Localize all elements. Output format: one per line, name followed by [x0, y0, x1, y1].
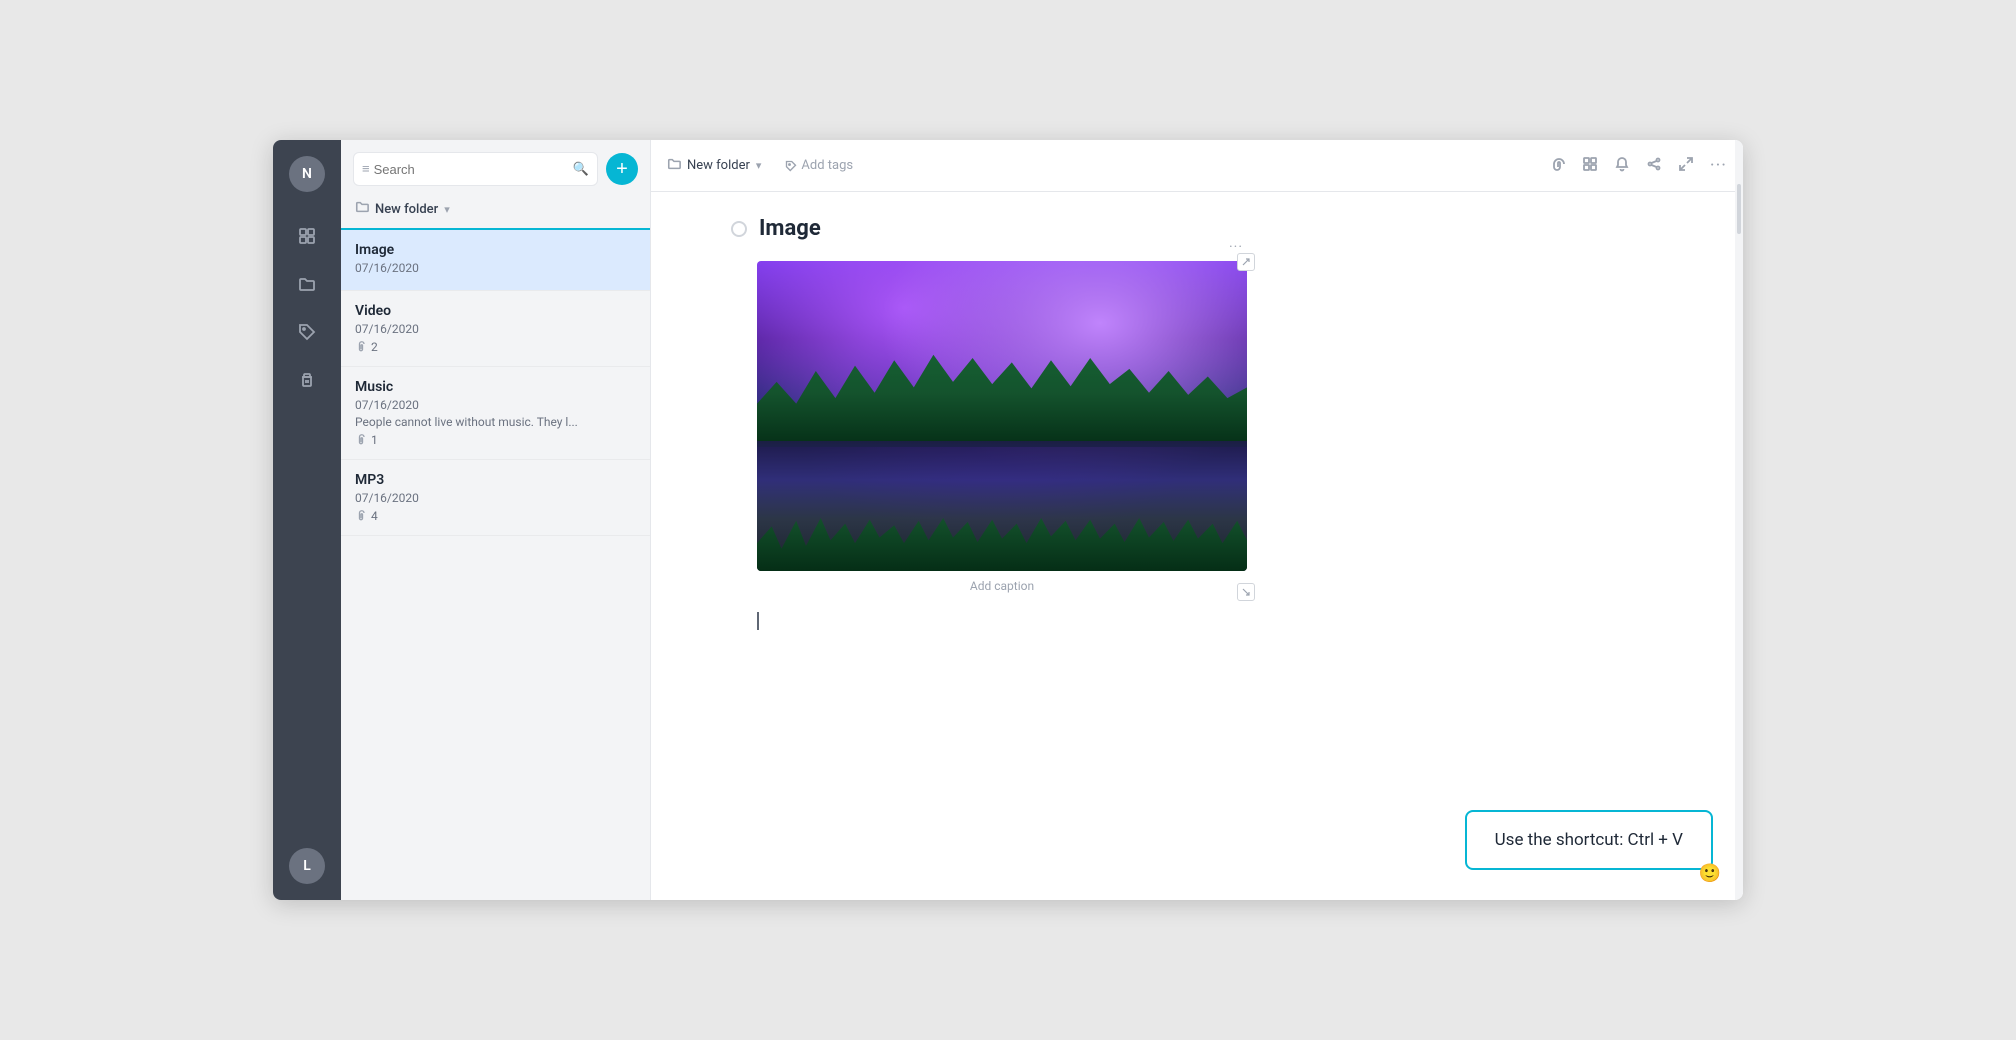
folder-header: New folder ▾ — [341, 194, 650, 228]
breadcrumb-folder-name: New folder — [687, 158, 750, 173]
attachment-count: 4 — [371, 509, 378, 523]
notes-panel: ≡ 🔍 + New folder ▾ Image 07/16/2020 — [341, 140, 651, 900]
folder-header-icon — [355, 200, 369, 218]
main-toolbar: New folder ▾ Add tags — [651, 140, 1743, 192]
user-avatar-top[interactable]: N — [289, 156, 325, 192]
note-item-video[interactable]: Video 07/16/2020 2 — [341, 291, 650, 367]
note-title: MP3 — [355, 472, 636, 488]
note-item-image[interactable]: Image 07/16/2020 — [341, 230, 650, 291]
more-options-icon[interactable]: ··· — [1710, 155, 1727, 176]
breadcrumb: New folder ▾ — [667, 157, 761, 175]
note-image-visual — [757, 261, 1247, 571]
note-main-title: Image — [759, 216, 821, 241]
image-caption[interactable]: Add caption — [757, 579, 1247, 593]
breadcrumb-folder-icon — [667, 157, 681, 175]
resize-handle-top-right[interactable] — [1237, 253, 1255, 271]
scrollbar[interactable] — [1735, 140, 1743, 900]
resize-handle-bottom-right[interactable] — [1237, 583, 1255, 601]
note-preview: People cannot live without music. They l… — [355, 415, 636, 429]
note-attachments: 4 — [355, 509, 636, 523]
note-title: Image — [355, 242, 636, 258]
tag-area[interactable]: Add tags — [785, 158, 853, 173]
shortcut-text: Use the shortcut: Ctrl + V — [1495, 830, 1683, 850]
attachment-count: 1 — [371, 433, 378, 447]
filter-icon[interactable]: ≡ — [362, 161, 370, 177]
note-status-circle[interactable] — [731, 221, 747, 237]
search-box: ≡ 🔍 — [353, 152, 598, 186]
main-area: New folder ▾ Add tags — [651, 140, 1743, 900]
text-cursor — [757, 612, 759, 630]
attachment-icon[interactable] — [1550, 156, 1566, 176]
add-note-button[interactable]: + — [606, 153, 638, 185]
emoji-button[interactable]: 🙂 — [1699, 863, 1721, 884]
sidebar-bottom: L — [289, 848, 325, 884]
expand-icon[interactable] — [1678, 156, 1694, 176]
note-date: 07/16/2020 — [355, 398, 636, 412]
breadcrumb-chevron-icon[interactable]: ▾ — [756, 159, 762, 172]
add-tags-label[interactable]: Add tags — [801, 158, 853, 173]
note-date: 07/16/2020 — [355, 491, 636, 505]
notes-list: Image 07/16/2020 Video 07/16/2020 2 Musi… — [341, 230, 650, 900]
tag-nav-button[interactable] — [287, 312, 327, 352]
folder-chevron-icon[interactable]: ▾ — [444, 203, 450, 216]
note-attachments: 1 — [355, 433, 636, 447]
image-block: ··· Add caption — [757, 261, 1247, 593]
bell-icon[interactable] — [1614, 156, 1630, 176]
search-icon[interactable]: 🔍 — [573, 162, 589, 177]
folder-nav-button[interactable] — [287, 264, 327, 304]
note-attachments: 2 — [355, 340, 636, 354]
trash-nav-button[interactable] — [287, 360, 327, 400]
note-content: Image ··· Add caption — [651, 192, 1743, 900]
scrollbar-thumb[interactable] — [1737, 184, 1741, 234]
attachment-count: 2 — [371, 340, 378, 354]
note-image — [757, 261, 1247, 571]
sidebar: N — [273, 140, 341, 900]
search-input[interactable] — [374, 162, 569, 177]
user-avatar-bottom[interactable]: L — [289, 848, 325, 884]
note-title: Video — [355, 303, 636, 319]
note-title: Music — [355, 379, 636, 395]
toolbar-right: ··· — [1550, 155, 1727, 176]
grid-view-button[interactable] — [287, 216, 327, 256]
grid-icon[interactable] — [1582, 156, 1598, 176]
notes-toolbar: ≡ 🔍 + — [341, 140, 650, 194]
note-date: 07/16/2020 — [355, 261, 636, 275]
note-item-mp3[interactable]: MP3 07/16/2020 4 — [341, 460, 650, 536]
sidebar-nav — [287, 216, 327, 848]
share-icon[interactable] — [1646, 156, 1662, 176]
shortcut-tooltip: Use the shortcut: Ctrl + V — [1465, 810, 1713, 870]
note-header-row: Image — [731, 216, 1663, 241]
note-item-music[interactable]: Music 07/16/2020 People cannot live with… — [341, 367, 650, 460]
folder-name: New folder — [375, 202, 438, 217]
note-date: 07/16/2020 — [355, 322, 636, 336]
